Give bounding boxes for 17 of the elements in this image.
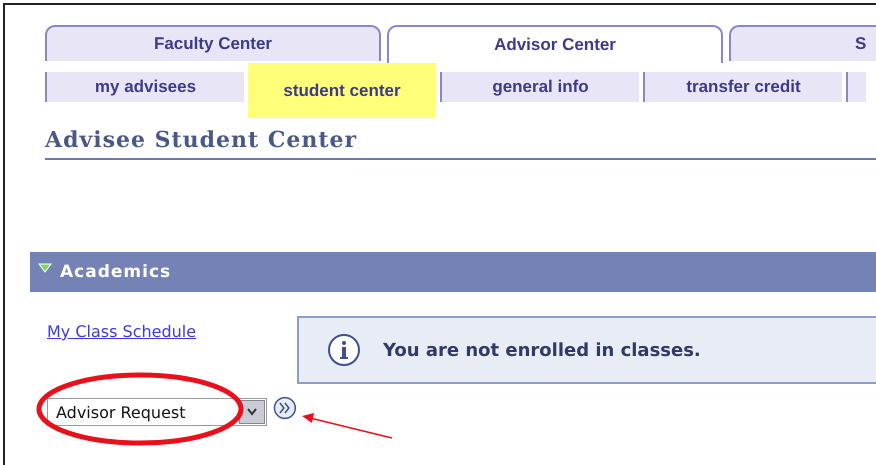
- subtab[interactable]: my advisees: [45, 72, 244, 102]
- go-button[interactable]: [273, 396, 297, 420]
- tab[interactable]: Advisor Center: [387, 25, 723, 63]
- tab[interactable]: S: [729, 25, 876, 61]
- subtab[interactable]: general info: [440, 72, 639, 102]
- subtab[interactable]: student center: [248, 63, 436, 118]
- subtab[interactable]: [846, 72, 866, 102]
- page-title: Advisee Student Center: [45, 127, 876, 160]
- section-header[interactable]: Academics: [30, 252, 876, 292]
- tab[interactable]: Faculty Center: [45, 25, 381, 61]
- subtab[interactable]: transfer credit: [643, 72, 842, 102]
- info-icon: [327, 333, 361, 367]
- class-schedule-link[interactable]: My Class Schedule: [47, 322, 196, 341]
- caret-icon: [246, 407, 258, 417]
- expand-triangle-icon[interactable]: [38, 263, 52, 273]
- dropdown-field[interactable]: Advisor Request: [47, 398, 268, 426]
- info-message: You are not enrolled in classes.: [383, 340, 701, 360]
